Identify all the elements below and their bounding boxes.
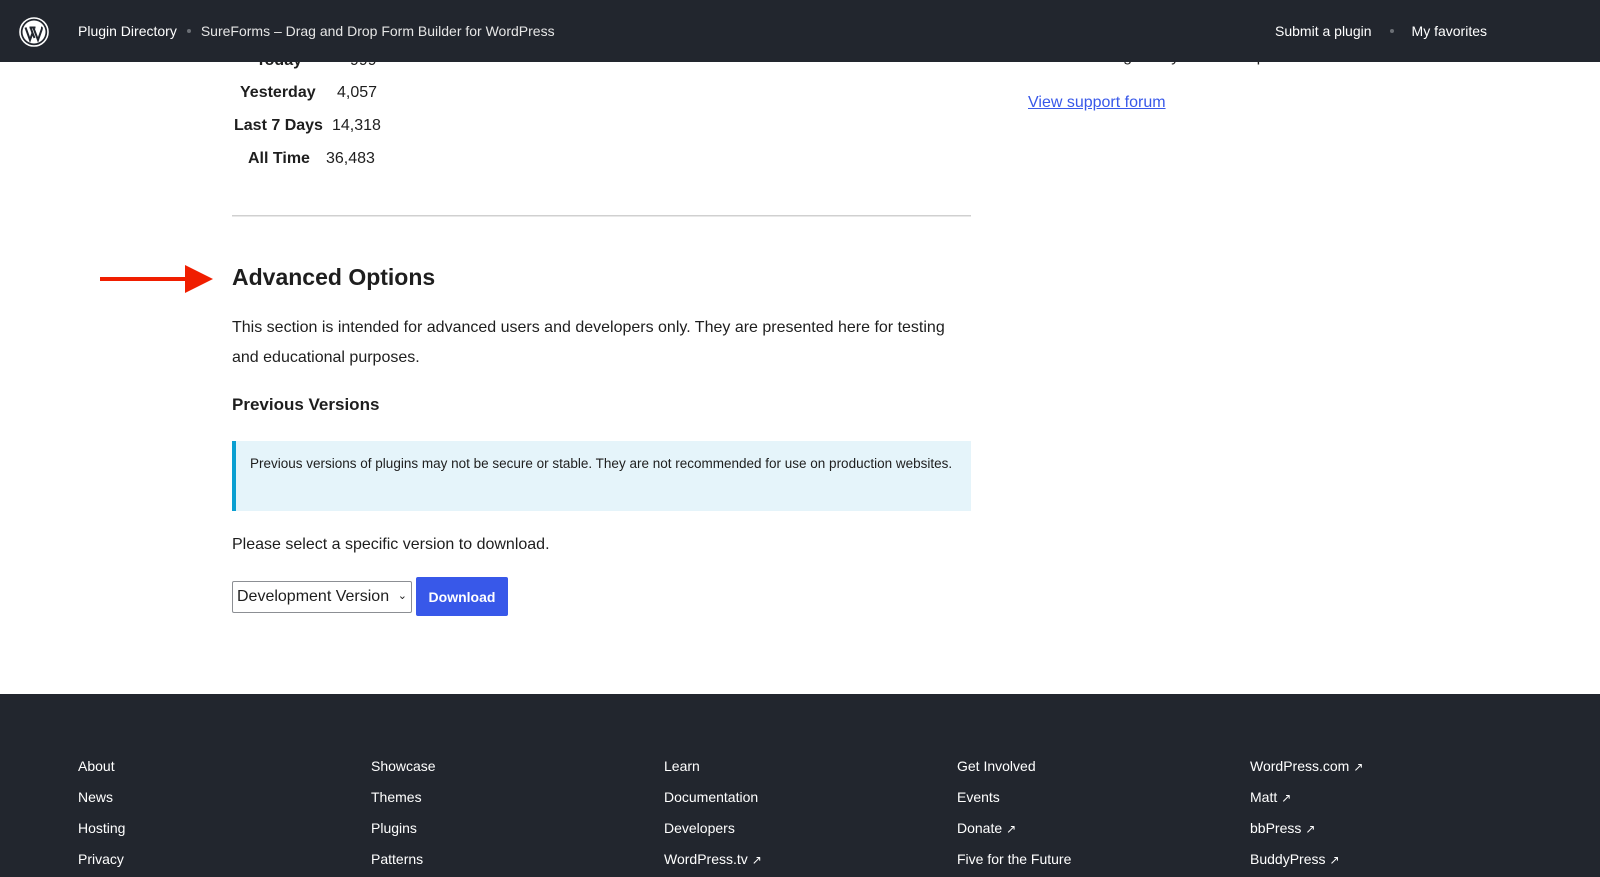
nav-separator xyxy=(1389,29,1394,33)
link-label: BuddyPress xyxy=(1250,851,1326,867)
chevron-down-icon: ⌄ xyxy=(397,590,407,602)
footer-link-five-for-the-future[interactable]: Five for the Future xyxy=(957,851,1071,877)
advanced-options-heading: Advanced Options xyxy=(232,264,436,290)
annotation-arrow-icon xyxy=(100,265,213,293)
footer-link-plugins[interactable]: Plugins xyxy=(371,820,436,851)
footer-column-2: Showcase Themes Plugins Patterns xyxy=(371,758,436,877)
link-label: Donate xyxy=(957,820,1003,836)
stat-value: 4,057 xyxy=(337,84,378,101)
global-footer: About News Hosting Privacy Showcase Them… xyxy=(0,694,1600,877)
footer-column-1: About News Hosting Privacy xyxy=(78,758,125,877)
breadcrumb-current-page: SureForms – Drag and Drop Form Builder f… xyxy=(200,23,555,39)
footer-column-5: WordPress.com ↗ Matt ↗ bbPress ↗ BuddyPress… xyxy=(1250,758,1363,877)
footer-column-3: Learn Documentation Developers WordPress… xyxy=(664,758,762,877)
advanced-options-description: This section is intended for advanced us… xyxy=(232,319,945,366)
link-label: WordPress.com xyxy=(1250,758,1350,774)
version-select[interactable]: Development Version ⌄ xyxy=(232,581,412,613)
external-link-icon: ↗ xyxy=(751,853,762,867)
footer-link-get-involved[interactable]: Get Involved xyxy=(957,758,1071,789)
footer-link-buddypress[interactable]: BuddyPress ↗ xyxy=(1250,851,1363,877)
link-label: Matt xyxy=(1250,789,1278,805)
external-link-icon: ↗ xyxy=(1006,822,1017,836)
footer-link-wordpress-com[interactable]: WordPress.com ↗ xyxy=(1250,758,1363,789)
stat-value: 14,318 xyxy=(332,117,381,134)
footer-link-wordpress-tv[interactable]: WordPress.tv ↗ xyxy=(664,851,762,877)
stat-value: 36,483 xyxy=(326,150,375,167)
footer-link-themes[interactable]: Themes xyxy=(371,789,436,820)
footer-link-developers[interactable]: Developers xyxy=(664,820,762,851)
footer-link-hosting[interactable]: Hosting xyxy=(78,820,125,851)
footer-link-matt[interactable]: Matt ↗ xyxy=(1250,789,1363,820)
breadcrumb: Plugin Directory SureForms – Drag and Dr… xyxy=(78,0,555,62)
external-link-icon: ↗ xyxy=(1305,822,1316,836)
footer-column-4: Get Involved Events Donate ↗ Five for the… xyxy=(957,758,1071,877)
link-label: bbPress xyxy=(1250,820,1302,836)
stat-label: Yesterday xyxy=(240,84,316,101)
footer-link-learn[interactable]: Learn xyxy=(664,758,762,789)
breadcrumb-plugin-directory[interactable]: Plugin Directory xyxy=(78,23,177,39)
previous-versions-notice: Previous versions of plugins may not be … xyxy=(232,441,971,511)
previous-versions-heading: Previous Versions xyxy=(232,395,380,414)
my-favorites-link[interactable]: My favorites xyxy=(1412,23,1487,39)
global-header: Plugin Directory SureForms – Drag and Dr… xyxy=(0,0,1600,62)
section-divider xyxy=(232,215,971,217)
stat-label: All Time xyxy=(248,150,310,167)
notice-text: Previous versions of plugins may not be … xyxy=(250,456,953,471)
header-nav: Submit a plugin My favorites xyxy=(1275,0,1487,62)
external-link-icon: ↗ xyxy=(1281,791,1292,805)
footer-link-showcase[interactable]: Showcase xyxy=(371,758,436,789)
stat-label: Last 7 Days xyxy=(234,117,323,134)
external-link-icon: ↗ xyxy=(1329,853,1340,867)
link-label: WordPress.tv xyxy=(664,851,748,867)
download-button[interactable]: Download xyxy=(416,577,508,616)
selected-version: Development Version xyxy=(237,588,390,605)
submit-plugin-link[interactable]: Submit a plugin xyxy=(1275,23,1372,39)
footer-link-events[interactable]: Events xyxy=(957,789,1071,820)
footer-link-about[interactable]: About xyxy=(78,758,125,789)
footer-link-news[interactable]: News xyxy=(78,789,125,820)
footer-link-documentation[interactable]: Documentation xyxy=(664,789,762,820)
footer-link-bbpress[interactable]: bbPress ↗ xyxy=(1250,820,1363,851)
version-select-prompt: Please select a specific version to down… xyxy=(232,536,550,553)
footer-link-patterns[interactable]: Patterns xyxy=(371,851,436,877)
footer-link-privacy[interactable]: Privacy xyxy=(78,851,125,877)
breadcrumb-separator xyxy=(186,29,191,33)
external-link-icon: ↗ xyxy=(1353,760,1364,774)
wordpress-logo-icon[interactable] xyxy=(19,17,49,47)
footer-link-donate[interactable]: Donate ↗ xyxy=(957,820,1071,851)
view-support-forum-link[interactable]: View support forum xyxy=(1028,94,1166,112)
